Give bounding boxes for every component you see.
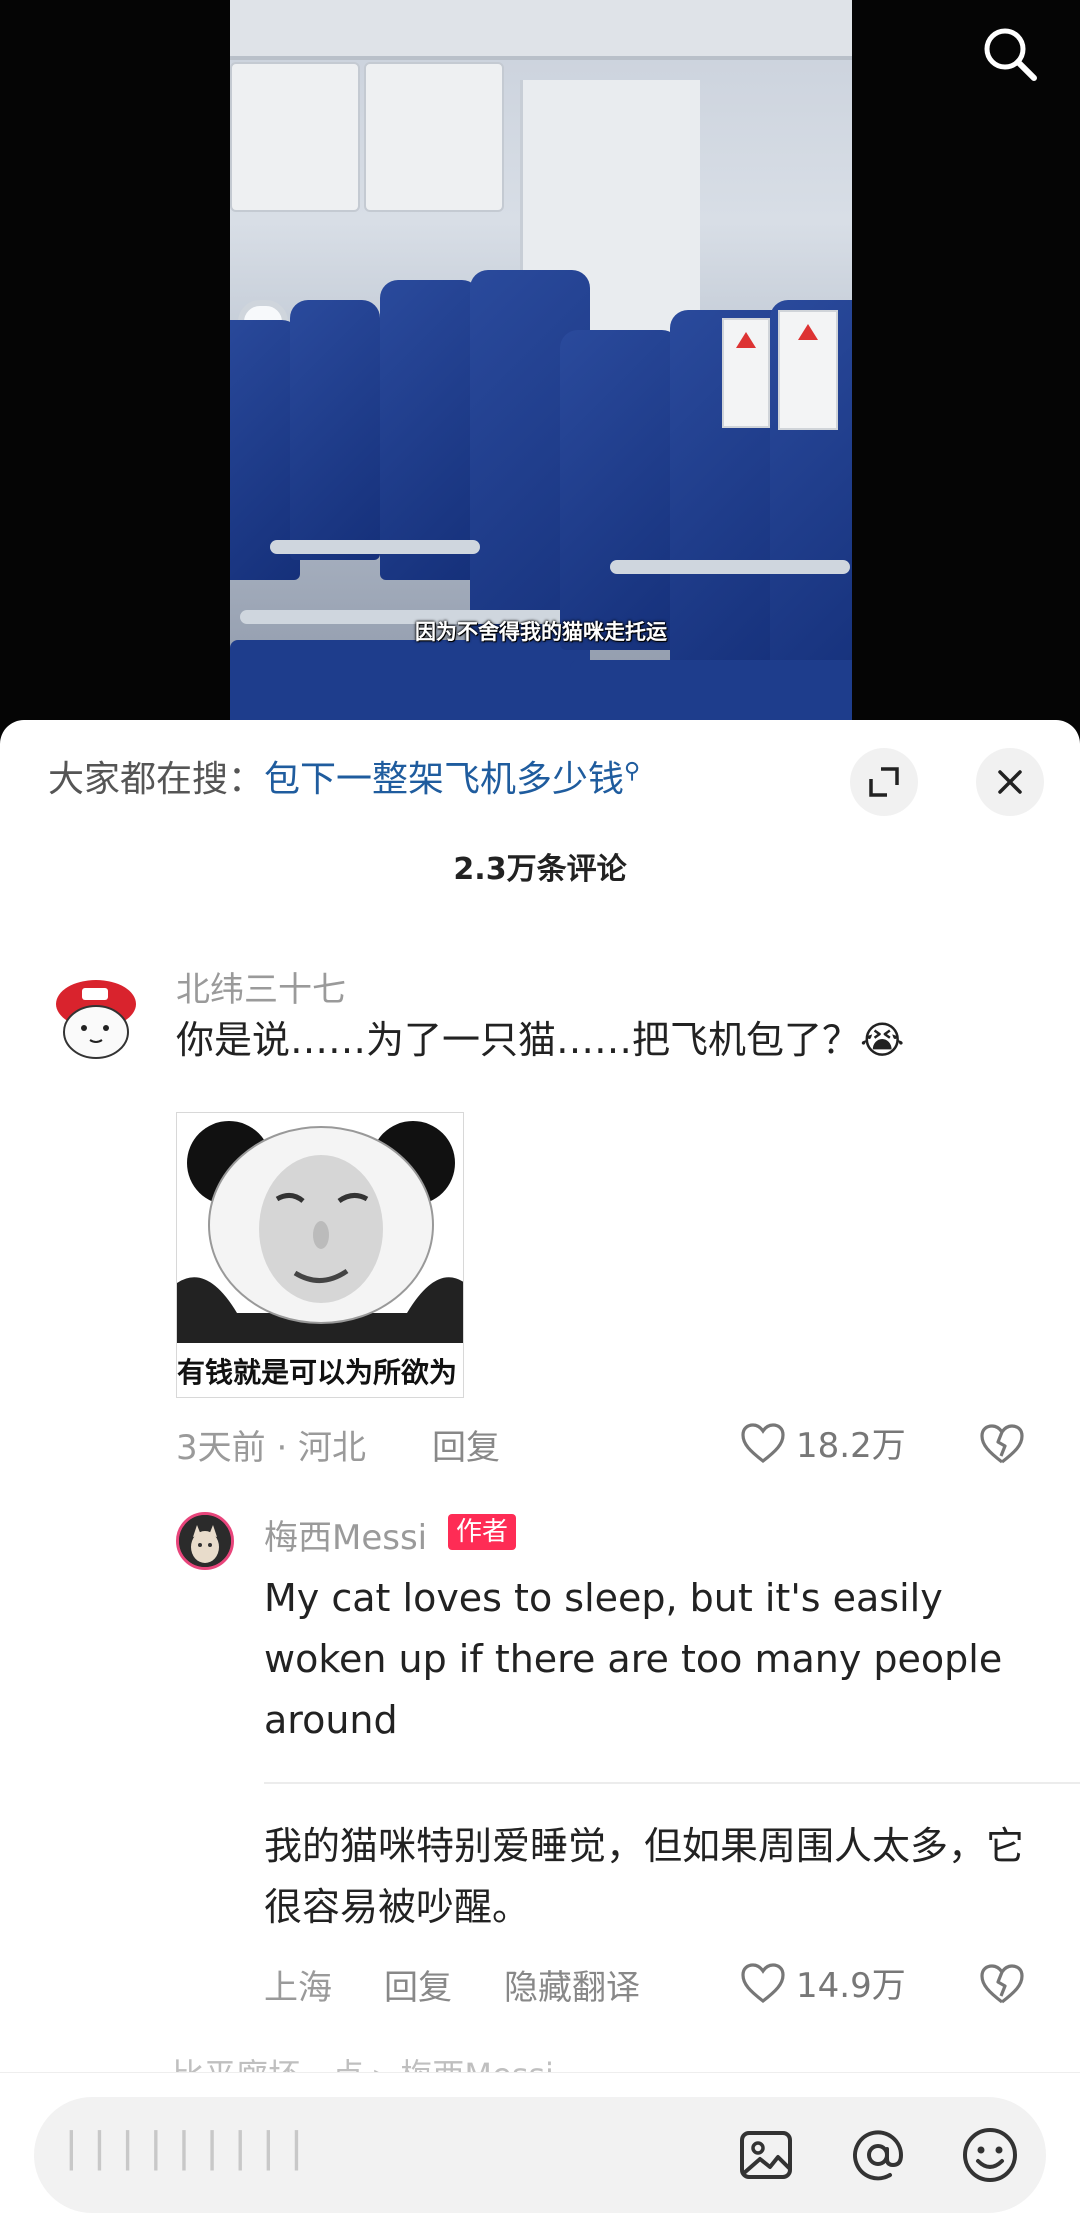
video-subtitle: 因为不舍得我的猫咪走托运 [415,620,667,644]
comment-text: 你是说……为了一只猫……把飞机包了？😭 [176,1018,905,1062]
panda-face-image [177,1113,463,1343]
like-button[interactable]: 14.9万 [740,1958,906,2007]
avatar[interactable] [46,966,146,1066]
hot-search-query[interactable]: 包下一整架飞机多少钱 [264,759,624,800]
reply-location: 上海 [264,1968,332,2008]
like-count: 18.2万 [796,1426,906,1466]
close-button[interactable] [976,748,1044,816]
meme-caption: 有钱就是可以为所欲为 [177,1356,458,1389]
cabin-ceiling [230,0,852,60]
comment-time-location: 3天前 · 河北 [176,1428,367,1468]
overhead-bin [230,62,360,212]
at-icon[interactable] [846,2123,910,2187]
headrest-cover [722,318,770,428]
search-icon: ⚲ [624,759,641,784]
comment-username[interactable]: 北纬三十七 [176,962,346,1011]
expand-button[interactable] [850,748,918,816]
reply-button[interactable]: 回复 [432,1420,500,1469]
broken-heart-icon[interactable] [978,1420,1026,1468]
like-button[interactable]: 18.2万 [740,1418,906,1467]
comments-sheet: 大家都在搜：包下一整架飞机多少钱⚲ 2.3万条评论 北纬三十七 你是说……为了一… [0,720,1080,2234]
heart-icon [741,1422,785,1463]
like-count: 14.9万 [796,1966,906,2006]
overhead-bin [364,62,504,212]
armrest [610,560,850,574]
headrest-cover [778,310,838,430]
reply-text-translated: 我的猫咪特别爱睡觉，但如果周围人太多，它很容易被吵醒。 [264,1824,1025,1929]
avatar-image [48,968,144,1064]
comment-input-bar: ▏▏▏▏▏▏▏▏▏ [0,2072,1080,2234]
seat [560,330,680,650]
avatar-image [179,1515,231,1567]
hide-translation-button[interactable]: 隐藏翻译 [504,1960,640,2009]
armrest [270,540,480,554]
comment-input[interactable]: ▏▏▏▏▏▏▏▏▏ [34,2097,1046,2213]
hot-search-bar[interactable]: 大家都在搜：包下一整架飞机多少钱⚲ [48,750,640,802]
reply-button[interactable]: 回复 [384,1960,452,2009]
reply-username[interactable]: 梅西Messi [264,1510,427,1559]
seat [290,300,380,560]
comment-input-placeholder: ▏▏▏▏▏▏▏▏▏ [70,2131,324,2171]
seat [380,280,480,580]
comment-meme-image[interactable]: 有钱就是可以为所欲为 [176,1112,464,1398]
video-frame[interactable]: 因为不舍得我的猫咪走托运 [230,0,852,740]
emoji-icon[interactable] [958,2123,1022,2187]
heart-icon [741,1962,785,2003]
broken-heart-icon[interactable] [978,1960,1026,2008]
search-icon[interactable] [980,24,1040,84]
author-badge: 作者 [448,1514,517,1550]
reply-text-original: My cat loves to sleep, but it's easily w… [264,1576,1003,1742]
avatar[interactable] [176,1512,234,1570]
expand-icon [869,767,899,797]
video-player[interactable]: 因为不舍得我的猫咪走托运 [0,0,1080,740]
image-icon[interactable] [734,2123,798,2187]
translation-divider [264,1782,1080,1784]
comment-count: 2.3万条评论 [453,852,627,887]
close-icon [998,770,1022,794]
hot-search-prefix: 大家都在搜： [48,759,265,800]
